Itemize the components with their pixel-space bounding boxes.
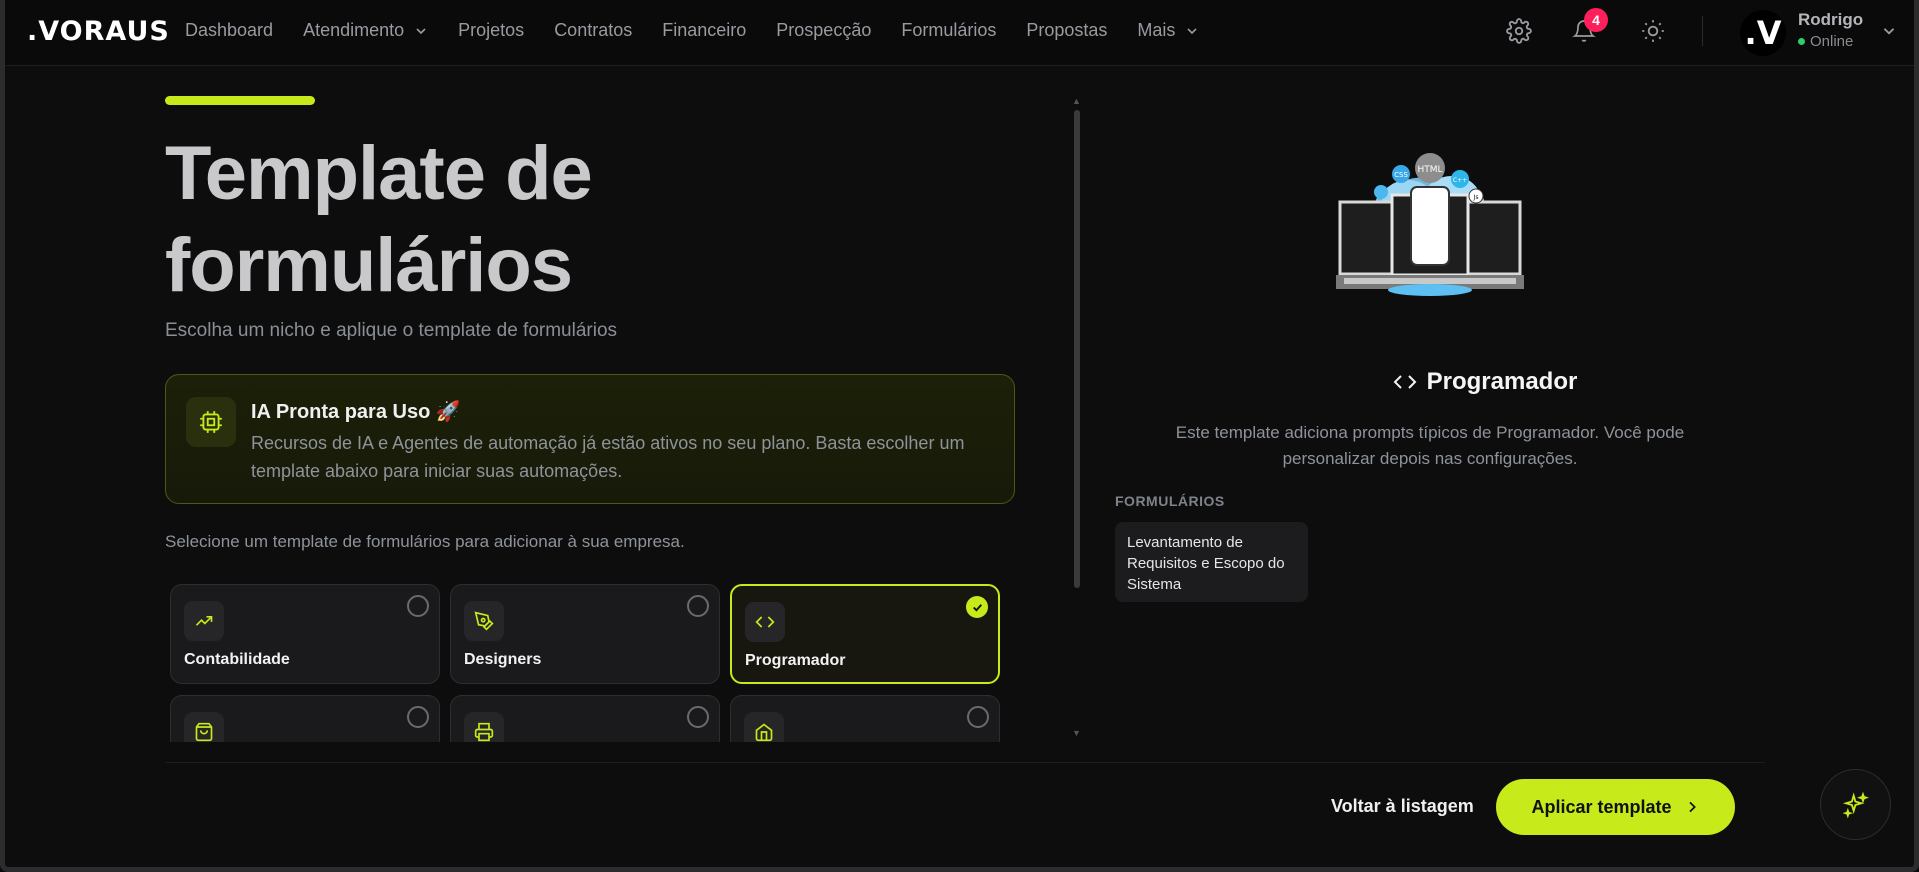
nav-item-financeiro[interactable]: Financeiro [662,20,746,41]
sun-icon [1642,20,1664,42]
nav-label: Prospecção [776,20,872,40]
title-accent-bar [165,96,315,105]
code-icon [755,616,775,628]
scroll-up-arrow[interactable]: ▲ [1072,96,1081,106]
nav-item-prospeccao[interactable]: Prospecção [776,20,871,41]
ia-icon-container [186,397,236,447]
template-radio[interactable] [967,706,989,728]
programmer-illustration: HTML CSS C++ Js [1336,153,1524,296]
user-status: Online [1798,33,1853,50]
chip-icon [200,411,222,433]
template-card-designers[interactable]: Designers [450,584,720,684]
nav-label: Atendimento [303,20,405,40]
apply-template-button[interactable]: Aplicar template [1496,779,1735,835]
chevron-right-icon [1688,801,1696,813]
page-subtitle: Escolha um nicho e aplique o template de… [165,320,618,341]
template-card[interactable] [730,695,1000,742]
scroll-down-arrow[interactable]: ▼ [1072,728,1081,738]
chevron-down-icon[interactable] [1881,23,1897,39]
home-icon [755,723,773,742]
template-card-contabilidade[interactable]: Contabilidade [170,584,440,684]
nav-item-propostas[interactable]: Propostas [1026,20,1107,41]
svg-text:C++: C++ [1453,177,1467,184]
svg-text:HTML: HTML [1417,165,1442,175]
page-title: Template de formulários [165,131,593,308]
template-card-programador[interactable]: Programador [730,584,1000,684]
detail-title-text: Programador [1426,368,1578,395]
printer-icon [474,722,494,742]
user-name[interactable]: Rodrigo [1798,10,1863,30]
template-icon-container [745,602,785,642]
forms-section-label: FORMULÁRIOS [1115,493,1225,509]
ia-card-description: Recursos de IA e Agentes de automação já… [251,433,965,481]
scrollbar-thumb[interactable] [1074,110,1080,588]
ai-assistant-button[interactable] [1820,769,1891,840]
template-icon-container [464,712,504,742]
pen-tool-icon [474,611,494,631]
select-hint: Selecione um template de formulários par… [165,532,685,551]
user-status-label: Online [1810,33,1854,50]
nav-label: Projetos [458,20,525,40]
main-nav: Dashboard Atendimento Projetos Contratos… [185,20,1229,41]
template-icon-container [744,712,784,742]
template-label: Designers [464,651,542,668]
template-radio[interactable] [407,706,429,728]
check-icon [972,603,982,612]
gear-icon [1506,18,1532,44]
nav-item-formularios[interactable]: Formulários [901,20,996,41]
svg-text:CSS: CSS [1394,171,1408,179]
detail-title: Programador [1115,368,1855,396]
template-radio-checked[interactable] [966,596,988,618]
app-logo[interactable]: .VORAUS [27,16,170,47]
nav-divider [1702,16,1703,46]
apply-template-label: Aplicar template [1531,796,1672,817]
app-window: .VORAUS Dashboard Atendimento Projetos C… [0,0,1919,872]
template-radio[interactable] [687,595,709,617]
detail-description: Este template adiciona prompts típicos d… [1175,423,1685,468]
nav-label: Dashboard [185,20,274,40]
avatar[interactable]: .V [1740,10,1786,56]
theme-toggle-button[interactable] [1637,15,1669,47]
ia-ready-card: IA Pronta para Uso 🚀 Recursos de IA e Ag… [165,374,1015,504]
nav-label: Propostas [1026,20,1108,40]
template-card[interactable] [170,695,440,742]
sparkles-icon [1842,791,1869,818]
code-icon [1393,375,1417,389]
nav-item-projetos[interactable]: Projetos [458,20,524,41]
form-chip: Levantamento de Requisitos e Escopo do S… [1115,522,1308,602]
nav-item-atendimento[interactable]: Atendimento [303,20,428,41]
nav-label: Mais [1137,20,1176,40]
ia-card-title: IA Pronta para Uso 🚀 [251,401,461,423]
top-navbar: .VORAUS Dashboard Atendimento Projetos C… [5,0,1914,66]
chevron-down-icon [1187,27,1198,34]
template-icon-container [184,601,224,641]
nav-label: Formulários [901,20,997,40]
footer-divider [165,762,1765,763]
shopping-bag-icon [195,722,213,742]
template-grid: Contabilidade Designers Programador [170,584,1005,742]
template-label: Programador [745,652,846,669]
settings-button[interactable] [1503,15,1535,47]
template-radio[interactable] [687,706,709,728]
nav-label: Financeiro [662,20,747,40]
template-icon-container [184,712,224,742]
nav-item-mais[interactable]: Mais [1137,20,1199,41]
template-radio[interactable] [407,595,429,617]
nav-label: Contratos [554,20,633,40]
back-to-list-button[interactable]: Voltar à listagem [1331,796,1474,817]
template-label: Contabilidade [184,651,290,668]
nav-item-dashboard[interactable]: Dashboard [185,20,273,41]
template-card[interactable] [450,695,720,742]
online-dot-icon [1798,38,1805,45]
notification-badge: 4 [1584,8,1608,32]
chevron-down-icon [416,27,426,34]
nav-item-contratos[interactable]: Contratos [554,20,632,41]
trending-up-icon [195,616,213,626]
template-icon-container [464,601,504,641]
svg-text:Js: Js [1473,194,1479,201]
